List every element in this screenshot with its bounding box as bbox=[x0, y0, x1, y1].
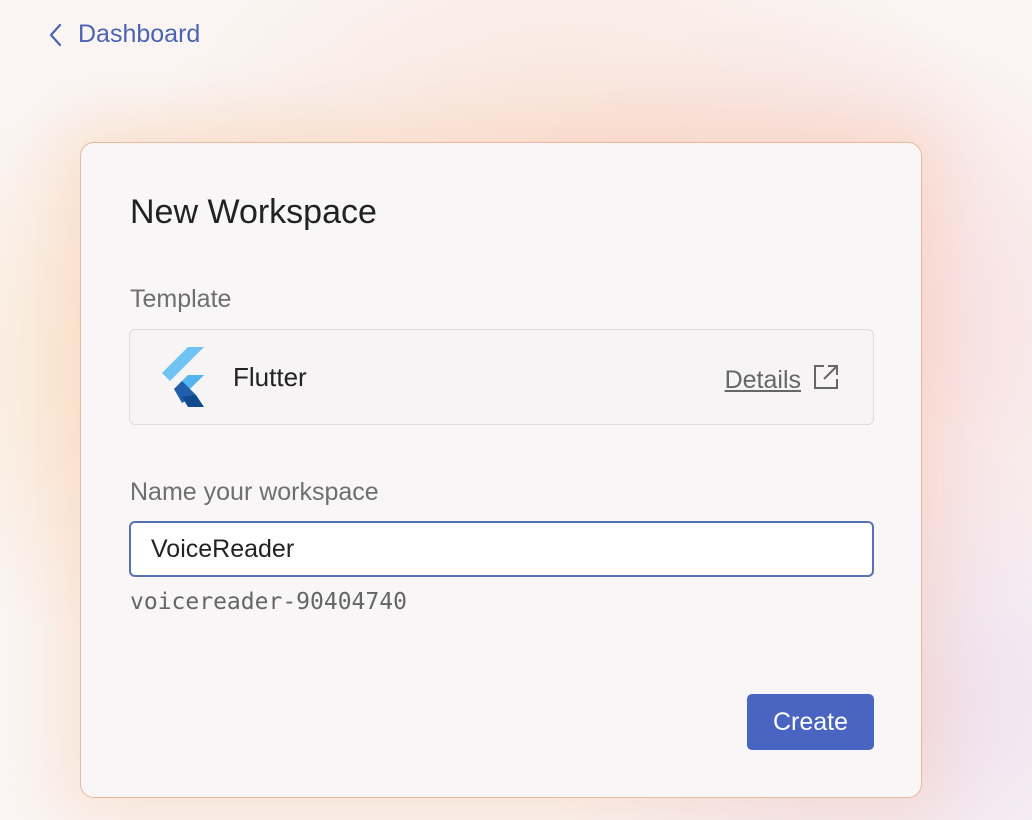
template-name: Flutter bbox=[233, 362, 307, 392]
template-selector[interactable]: Flutter Details bbox=[129, 329, 874, 425]
workspace-slug: voicereader-90404740 bbox=[130, 589, 407, 615]
template-details-link[interactable]: Details bbox=[725, 362, 841, 399]
details-link-label: Details bbox=[724, 366, 801, 394]
chevron-left-icon bbox=[48, 23, 62, 47]
back-link-label: Dashboard bbox=[78, 20, 201, 48]
new-workspace-card: New Workspace Template Flutter Details N… bbox=[80, 142, 922, 798]
workspace-name-label: Name your workspace bbox=[130, 478, 379, 506]
create-button[interactable]: Create bbox=[747, 694, 874, 750]
page-title: New Workspace bbox=[130, 193, 377, 231]
workspace-name-input[interactable] bbox=[129, 521, 874, 577]
back-to-dashboard-link[interactable]: Dashboard bbox=[48, 20, 200, 49]
flutter-logo-icon bbox=[158, 347, 206, 412]
template-label: Template bbox=[130, 285, 232, 313]
external-link-icon bbox=[811, 362, 841, 399]
